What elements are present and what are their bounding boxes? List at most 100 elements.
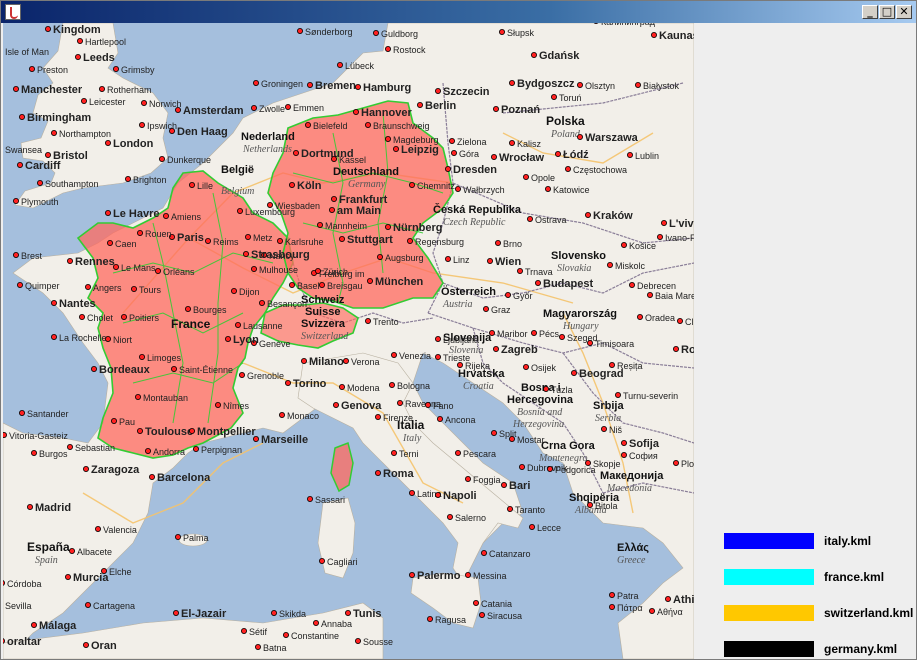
city-marker-kingdom bbox=[45, 26, 52, 32]
city-label-walbrzych: Wałbrzych bbox=[463, 185, 505, 195]
city-marker-metz bbox=[244, 233, 251, 240]
city-label-plymouth: Plymouth bbox=[21, 197, 59, 207]
city-marker-brest bbox=[12, 251, 19, 258]
map-view[interactable]: Deutschland Germany France België Belgiu… bbox=[3, 23, 694, 659]
city-label-czestochowa: Częstochowa bbox=[573, 165, 627, 175]
city-marker-hamburg bbox=[354, 84, 361, 91]
city-marker-katowice bbox=[545, 185, 552, 192]
city-marker-rotherham bbox=[99, 86, 106, 93]
city-marker-miskolc bbox=[607, 261, 614, 268]
city-marker-sofija bbox=[621, 439, 628, 446]
city-marker-pau bbox=[111, 417, 118, 424]
maximize-button[interactable]: □ bbox=[879, 5, 895, 19]
city-marker-chemnitz bbox=[408, 181, 415, 188]
city-label-chemnitz: Chemnitz bbox=[417, 181, 456, 191]
city-label-siracusa: Siracusa bbox=[487, 611, 522, 621]
minimize-button[interactable]: _ bbox=[862, 5, 878, 19]
map-canvas[interactable]: Deutschland Germany France België Belgiu… bbox=[3, 23, 694, 659]
city-marker-wroclaw bbox=[490, 153, 497, 160]
city-marker-resita bbox=[609, 361, 616, 368]
city-label-kaunas: Kaunas bbox=[659, 30, 694, 42]
city-marker-london bbox=[105, 140, 112, 147]
city-marker-gyor bbox=[504, 291, 511, 298]
city-label-albacete: Albacete bbox=[77, 547, 112, 557]
label-belgium: Belgium bbox=[221, 186, 254, 197]
label-slovensko: Slovensko bbox=[551, 250, 606, 262]
city-marker-fano bbox=[424, 401, 431, 408]
city-label-perpignan: Perpignan bbox=[201, 445, 242, 455]
city-marker-catanzaro bbox=[480, 550, 487, 557]
city-label-caen: Caen bbox=[115, 239, 137, 249]
city-label-clu: Clu bbox=[685, 317, 694, 327]
city-marker-gora bbox=[450, 150, 457, 157]
city-marker-amsterdam bbox=[174, 107, 181, 114]
city-label-genova: Genova bbox=[341, 400, 382, 412]
city-marker-catania bbox=[472, 600, 479, 607]
city-label-valencia: Valencia bbox=[103, 525, 137, 535]
city-label-dresden: Dresden bbox=[453, 164, 497, 176]
city-label-firenze: Firenze bbox=[383, 413, 413, 423]
city-label-braunschweig: Braunschweig bbox=[373, 121, 430, 131]
title-bar[interactable]: _ □ ✕ bbox=[1, 1, 916, 23]
city-marker-nurnberg bbox=[384, 223, 391, 230]
city-marker-trieste bbox=[434, 353, 441, 360]
city-label-emmen: Emmen bbox=[293, 103, 324, 113]
label-czech: Czech Republic bbox=[443, 217, 506, 228]
legend-swatch-switzerland bbox=[724, 605, 814, 621]
city-marker-caen bbox=[107, 239, 114, 246]
city-marker-zaragoza bbox=[83, 465, 90, 472]
label-ellas: Ελλάς bbox=[617, 542, 649, 554]
legend-swatch-france bbox=[724, 569, 814, 585]
city-marker-stuttgart bbox=[338, 235, 345, 242]
city-label-ljubljana: Ljubljana bbox=[443, 335, 479, 345]
city-label-manchester: Manchester bbox=[21, 84, 83, 96]
city-marker-skikda bbox=[270, 610, 277, 617]
city-marker-szeged bbox=[559, 333, 566, 340]
city-marker-brno bbox=[494, 239, 501, 246]
city-label-rennes: Rennes bbox=[75, 256, 115, 268]
city-marker-baiamare bbox=[647, 291, 654, 298]
city-label-amsterdam: Amsterdam bbox=[183, 105, 244, 117]
city-label-bologna: Bologna bbox=[397, 381, 430, 391]
city-label-poitiers: Poitiers bbox=[129, 313, 160, 323]
city-marker-reims bbox=[204, 237, 211, 244]
city-marker-latina bbox=[408, 489, 415, 496]
close-button[interactable]: ✕ bbox=[896, 5, 912, 19]
city-marker-larochelle bbox=[51, 333, 58, 340]
city-label-basel: Basel bbox=[297, 281, 320, 291]
city-marker-berlin bbox=[416, 102, 423, 109]
label-poland: Poland bbox=[550, 129, 581, 140]
city-label-olsztyn: Olsztyn bbox=[585, 81, 615, 91]
city-marker-bydgoszcz bbox=[508, 80, 515, 87]
city-label-metz: Metz bbox=[253, 233, 273, 243]
city-marker-norwich bbox=[140, 100, 147, 107]
city-label-denhaag: Den Haag bbox=[177, 126, 228, 138]
city-marker-eljazair bbox=[172, 610, 179, 617]
city-marker-slupsk bbox=[498, 29, 505, 35]
city-marker-bari bbox=[500, 481, 507, 488]
city-marker-budapest bbox=[535, 279, 542, 286]
city-marker-plymouth bbox=[12, 197, 19, 204]
city-label-hartlepool: Hartlepool bbox=[85, 37, 126, 47]
city-marker-lemans bbox=[113, 263, 120, 270]
city-label-augsburg: Augsburg bbox=[385, 253, 424, 263]
label-nederland: Nederland bbox=[241, 131, 295, 143]
city-marker-genova bbox=[332, 401, 339, 408]
city-label-gora: Góra bbox=[459, 149, 479, 159]
city-label-trieste: Trieste bbox=[443, 353, 470, 363]
city-label-mulhouse: Mulhouse bbox=[259, 265, 298, 275]
city-marker-lille bbox=[188, 181, 195, 188]
city-marker-czestochowa bbox=[565, 165, 572, 172]
legend-panel: italy.kml france.kml switzerland.kml ger… bbox=[694, 23, 916, 659]
city-marker-ammain bbox=[328, 206, 335, 213]
city-marker-zurich bbox=[314, 267, 321, 274]
city-label-munchen: München bbox=[375, 276, 424, 288]
city-label-dunkerque: Dunkerque bbox=[167, 155, 211, 165]
city-marker-emmen bbox=[284, 104, 291, 111]
city-label-dijon: Dijon bbox=[239, 287, 260, 297]
city-marker-krakow bbox=[585, 211, 592, 218]
city-marker-denhaag bbox=[168, 128, 175, 135]
city-marker-szczecin bbox=[434, 88, 441, 95]
city-marker-opole bbox=[523, 173, 530, 180]
city-marker-oran bbox=[83, 642, 90, 649]
